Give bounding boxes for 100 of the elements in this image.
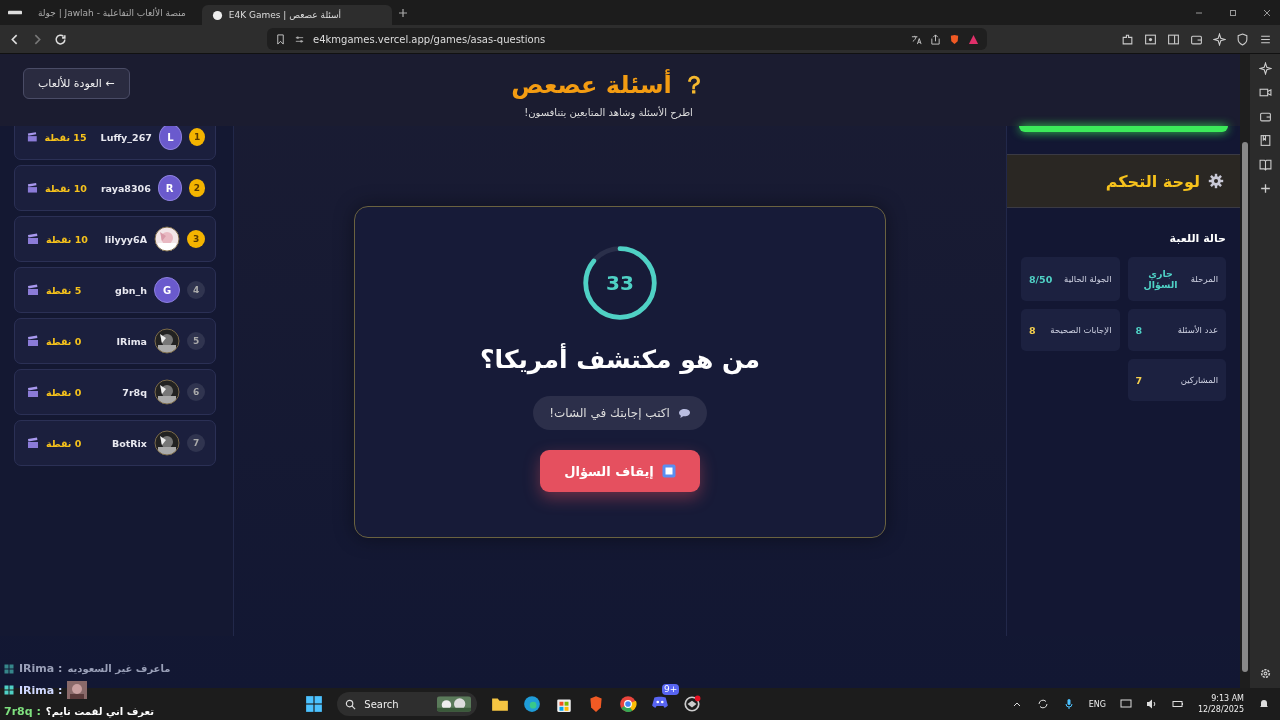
- player-name: lilyyy6A: [104, 233, 147, 245]
- new-tab-icon[interactable]: [397, 7, 408, 18]
- chat-message: تعرف اني لقمت تايم؟: [45, 706, 154, 717]
- monitor-icon[interactable]: [1119, 698, 1132, 710]
- question-mark-icon: ？: [681, 68, 706, 101]
- stop-icon: [661, 464, 676, 478]
- chat-badge-icon: [4, 685, 14, 695]
- clock-time[interactable]: 9:13 AM: [1211, 694, 1244, 703]
- avatar: R: [157, 175, 182, 201]
- speech-bubble-icon: [677, 407, 691, 419]
- battery-icon[interactable]: [1171, 698, 1184, 710]
- stat-value: 8/50: [1029, 273, 1053, 285]
- microphone-icon[interactable]: [1062, 698, 1075, 710]
- book-icon[interactable]: [1258, 158, 1272, 171]
- player-score: 5 نقطة: [46, 284, 82, 296]
- address-bar[interactable]: e4kmgames.vercel.app/games/asas-questions: [267, 28, 987, 50]
- reload-icon[interactable]: [54, 32, 67, 46]
- clapperboard-icon: [27, 233, 39, 245]
- translate-icon[interactable]: [911, 33, 922, 45]
- panel-title: لوحة التحكم: [1105, 171, 1200, 191]
- clapperboard-icon: [27, 437, 39, 449]
- stop-button[interactable]: إيقاف السؤال: [540, 450, 700, 492]
- video-icon[interactable]: [1258, 86, 1272, 99]
- share-icon[interactable]: [930, 33, 941, 45]
- chat-username: IRima :: [19, 662, 63, 675]
- page-subtitle: اطرح الأسئلة وشاهد المتابعين يتنافسون!: [524, 106, 693, 118]
- notification-badge: 9+: [662, 684, 680, 695]
- folder-icon[interactable]: [491, 695, 510, 713]
- clock-date[interactable]: 12/28/2025: [1197, 705, 1244, 714]
- rank-badge: 3: [187, 230, 205, 248]
- player-name: gbn_h: [115, 284, 147, 296]
- rank-badge: 6: [187, 383, 205, 401]
- extensions-icon[interactable]: [1121, 32, 1134, 46]
- browser-tab[interactable]: جولة | Jawlah - منصة الألعاب التفاعلية: [28, 2, 196, 23]
- media-icon[interactable]: [1144, 32, 1157, 46]
- player-name: Luffy_267: [100, 131, 152, 143]
- bookmark-icon[interactable]: [275, 33, 286, 45]
- sparkle-icon[interactable]: [1258, 62, 1272, 75]
- windows-start-icon[interactable]: [305, 695, 324, 713]
- chrome-icon[interactable]: [619, 695, 638, 713]
- search-icon: [345, 698, 357, 710]
- clapperboard-icon: [27, 386, 39, 398]
- back-button[interactable]: ← العودة للألعاب: [23, 68, 130, 99]
- section-title: حالة اللعبة: [1168, 232, 1226, 245]
- language-indicator[interactable]: ENG: [1088, 699, 1106, 709]
- stat-value: 8: [1135, 324, 1143, 336]
- question-text: من هو مكتشف أمريكا؟: [480, 345, 760, 374]
- wallet-icon[interactable]: [1258, 110, 1272, 123]
- clapperboard-icon: [27, 284, 39, 296]
- tab-favicon-icon: [211, 9, 223, 21]
- player-name: 7r8q: [122, 386, 147, 398]
- rank-badge: 4: [187, 281, 205, 299]
- stat-label: عدد الأسئلة: [1177, 325, 1218, 335]
- browser-tab[interactable]: E4K Games | أسئلة عصعص: [201, 5, 392, 25]
- clapperboard-icon: [27, 335, 39, 347]
- clapperboard-icon: [27, 131, 38, 143]
- player-score: 0 نقطة: [46, 386, 82, 398]
- notification-bell-icon[interactable]: [1258, 698, 1270, 710]
- edge-browser-icon[interactable]: [523, 695, 542, 713]
- chat-badge-icon: [4, 663, 14, 674]
- rank-badge: 2: [188, 179, 205, 197]
- maximize-icon[interactable]: [1228, 7, 1238, 18]
- stat-value: جاري السؤال: [1142, 268, 1179, 290]
- bookmarks-icon[interactable]: [1258, 134, 1272, 147]
- player-score: 15 نقطة: [44, 131, 87, 143]
- player-score: 0 نقطة: [46, 437, 82, 449]
- avatar: L: [158, 126, 183, 150]
- speaker-icon[interactable]: [1145, 698, 1158, 710]
- stat-label: المشاركين: [1180, 375, 1218, 385]
- stat-value: 8: [1029, 324, 1036, 336]
- chat-message: ماعرف غير السعوديه: [67, 663, 171, 674]
- player-name: IRima: [116, 335, 147, 347]
- chat-username: 7r8q :: [4, 705, 41, 718]
- stat-label: الجولة الحالية: [1064, 274, 1112, 284]
- clapperboard-icon: [27, 182, 38, 194]
- avatar: G: [154, 277, 180, 303]
- circle-app-icon[interactable]: [683, 695, 702, 713]
- chat-username: IRima :: [19, 683, 63, 697]
- sync-icon[interactable]: [1036, 698, 1049, 710]
- close-icon[interactable]: [1262, 7, 1272, 18]
- rank-badge: 5: [187, 332, 205, 350]
- player-score: 10 نقطة: [46, 233, 88, 245]
- taskbar-search[interactable]: Search: [337, 692, 478, 716]
- hint-text: اكتب إجابتك في الشات!: [549, 406, 670, 420]
- sparkle-icon[interactable]: [1213, 32, 1226, 46]
- settings-icon[interactable]: [1258, 667, 1272, 680]
- stat-value: 7: [1135, 374, 1143, 386]
- shield-icon[interactable]: [1236, 32, 1249, 46]
- sidebar-icon[interactable]: [1167, 32, 1180, 46]
- player-score: 0 نقطة: [46, 335, 82, 347]
- app-logo-icon: [8, 9, 22, 16]
- stat-label: الإجابات الصحيحة: [1050, 325, 1112, 335]
- rank-badge: 1: [189, 128, 205, 146]
- add-icon[interactable]: [1258, 182, 1272, 195]
- player-name: BotRix: [112, 437, 147, 449]
- lion-shield-icon[interactable]: [949, 33, 960, 45]
- gear-icon: [1208, 173, 1224, 189]
- triangle-icon[interactable]: [968, 33, 979, 45]
- timer-value: 33: [606, 271, 634, 295]
- player-score: 10 نقطة: [44, 182, 87, 194]
